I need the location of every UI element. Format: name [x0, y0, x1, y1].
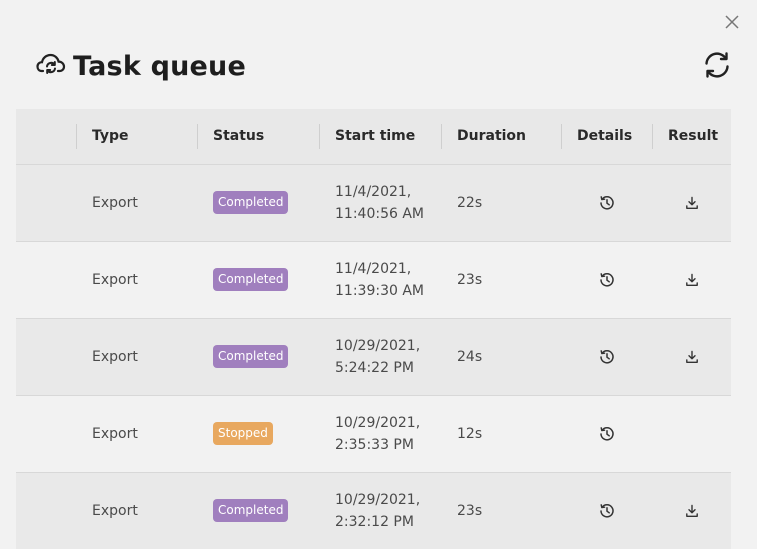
start-time: 2:32:12 PM [335, 513, 414, 530]
cell-start-time: 11/4/2021, 11:40:56 AM [319, 164, 441, 241]
close-icon[interactable] [722, 12, 742, 32]
start-date: 11/4/2021, [335, 183, 412, 200]
cell-status: Completed [197, 472, 319, 549]
start-time: 5:24:22 PM [335, 359, 414, 376]
download-icon[interactable] [684, 503, 700, 519]
header-status[interactable]: Status [197, 109, 319, 164]
download-icon[interactable] [684, 349, 700, 365]
cell-details [561, 395, 652, 472]
cell-duration: 23s [457, 502, 483, 519]
cell-status: Completed [197, 164, 319, 241]
cell-result [652, 395, 731, 472]
cell-start-time: 11/4/2021, 11:39:30 AM [319, 241, 441, 318]
start-date: 10/29/2021, [335, 414, 421, 431]
row-blank [16, 318, 76, 395]
cell-start-time: 10/29/2021, 2:32:12 PM [319, 472, 441, 549]
cell-type: Export [92, 271, 138, 288]
status-badge: Stopped [213, 422, 273, 445]
history-icon[interactable] [599, 195, 615, 211]
start-date: 11/4/2021, [335, 260, 412, 277]
cell-details [561, 472, 652, 549]
table-header-row: Type Status Start time Duration Details … [16, 109, 731, 164]
refresh-icon[interactable] [702, 50, 732, 80]
history-icon[interactable] [599, 503, 615, 519]
header-result[interactable]: Result [652, 109, 731, 164]
status-badge: Completed [213, 191, 289, 214]
dialog-header: Task queue [36, 44, 246, 88]
start-time: 11:40:56 AM [335, 205, 424, 222]
download-icon[interactable] [684, 272, 700, 288]
start-date: 10/29/2021, [335, 337, 421, 354]
cell-result [652, 472, 731, 549]
table-row: Export Completed 10/29/2021, 2:32:12 PM 23s [16, 472, 731, 549]
cell-type: Export [92, 425, 138, 442]
status-badge: Completed [213, 345, 289, 368]
cell-details [561, 241, 652, 318]
cell-status: Completed [197, 241, 319, 318]
task-table: Type Status Start time Duration Details … [16, 109, 731, 549]
cell-result [652, 164, 731, 241]
start-date: 10/29/2021, [335, 491, 421, 508]
cell-details [561, 318, 652, 395]
download-icon[interactable] [684, 195, 700, 211]
status-badge: Completed [213, 499, 289, 523]
row-blank [16, 472, 76, 549]
cell-start-time: 10/29/2021, 5:24:22 PM [319, 318, 441, 395]
cell-details [561, 164, 652, 241]
cell-type: Export [92, 502, 138, 519]
cell-start-time: 10/29/2021, 2:35:33 PM [319, 395, 441, 472]
header-details[interactable]: Details [561, 109, 652, 164]
cell-result [652, 241, 731, 318]
row-blank [16, 164, 76, 241]
cell-duration: 22s [457, 194, 483, 211]
header-duration[interactable]: Duration [441, 109, 561, 164]
header-blank [16, 109, 76, 164]
dialog-title: Task queue [73, 50, 246, 82]
cell-status: Completed [197, 318, 319, 395]
start-time: 11:39:30 AM [335, 282, 424, 299]
history-icon[interactable] [599, 272, 615, 288]
cell-type: Export [92, 194, 138, 211]
cloud-sync-icon [36, 51, 66, 81]
table-row: Export Stopped 10/29/2021, 2:35:33 PM 12s [16, 395, 731, 472]
row-blank [16, 241, 76, 318]
cell-duration: 23s [457, 271, 483, 288]
row-blank [16, 395, 76, 472]
table-row: Export Completed 10/29/2021, 5:24:22 PM 24s [16, 318, 731, 395]
table-row: Export Completed 11/4/2021, 11:40:56 AM 22s [16, 164, 731, 241]
history-icon[interactable] [599, 426, 615, 442]
cell-duration: 24s [457, 348, 483, 365]
status-badge: Completed [213, 268, 289, 291]
header-type[interactable]: Type [76, 109, 197, 164]
cell-result [652, 318, 731, 395]
cell-duration: 12s [457, 425, 483, 442]
header-start-time[interactable]: Start time [319, 109, 441, 164]
cell-type: Export [92, 348, 138, 365]
start-time: 2:35:33 PM [335, 436, 414, 453]
table-row: Export Completed 11/4/2021, 11:39:30 AM 23s [16, 241, 731, 318]
cell-status: Stopped [197, 395, 319, 472]
history-icon[interactable] [599, 349, 615, 365]
